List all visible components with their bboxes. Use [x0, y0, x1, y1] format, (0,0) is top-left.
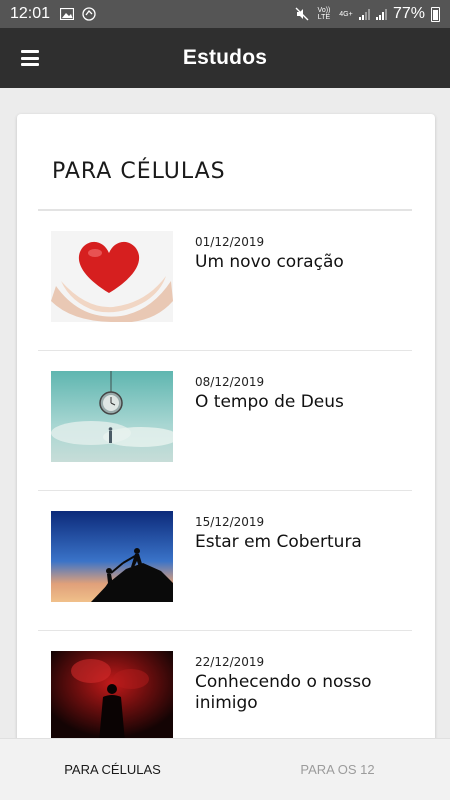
network-4g-label: 4G+ [339, 10, 353, 18]
list-item[interactable]: 01/12/2019 Um novo coração [38, 211, 412, 351]
list-item[interactable]: 15/12/2019 Estar em Cobertura [38, 491, 412, 631]
volte-label: Vo)) LTE [317, 7, 331, 21]
mute-icon [295, 7, 309, 21]
page-title: Estudos [182, 46, 268, 69]
status-left-icons [60, 7, 96, 21]
battery-percent: 77% [392, 5, 425, 22]
status-right-icons: Vo)) LTE 4G+ 77% [295, 5, 440, 23]
signal-icon [358, 8, 370, 20]
section-title: PARA CÉLULAS [52, 159, 226, 184]
tab-para-os-12[interactable]: PARA OS 12 [225, 739, 450, 800]
status-bar: 12:01 Vo)) LTE 4G+ 77% [0, 0, 450, 28]
item-date: 01/12/2019 [195, 235, 265, 249]
heart-in-hands-thumbnail [51, 231, 173, 322]
item-title: Um novo coração [195, 252, 344, 272]
item-title: Conhecendo o nosso inimigo [195, 672, 372, 713]
item-date: 15/12/2019 [195, 515, 265, 529]
item-title: O tempo de Deus [195, 392, 344, 412]
app-bar: Estudos [0, 28, 450, 88]
list-item[interactable]: 22/12/2019 Conhecendo o nosso inimigo [38, 631, 412, 754]
signal-icon [375, 8, 387, 20]
figure-in-red-smoke-thumbnail [51, 651, 173, 742]
list-item[interactable]: 08/12/2019 O tempo de Deus [38, 351, 412, 491]
tab-para-celulas[interactable]: PARA CÉLULAS [0, 739, 225, 800]
clock-over-person-thumbnail [51, 371, 173, 462]
hamburger-menu-icon[interactable] [21, 50, 39, 66]
battery-icon [431, 6, 440, 22]
sync-icon [82, 7, 96, 21]
item-title: Estar em Cobertura [195, 532, 362, 552]
image-icon [60, 8, 75, 20]
bottom-nav: PARA CÉLULAS PARA OS 12 [0, 738, 450, 800]
studies-card: PARA CÉLULAS 01/12/2019 Um novo coração [17, 114, 435, 754]
status-time: 12:01 [10, 5, 51, 22]
item-date: 08/12/2019 [195, 375, 265, 389]
climbers-silhouette-thumbnail [51, 511, 173, 602]
item-date: 22/12/2019 [195, 655, 265, 669]
